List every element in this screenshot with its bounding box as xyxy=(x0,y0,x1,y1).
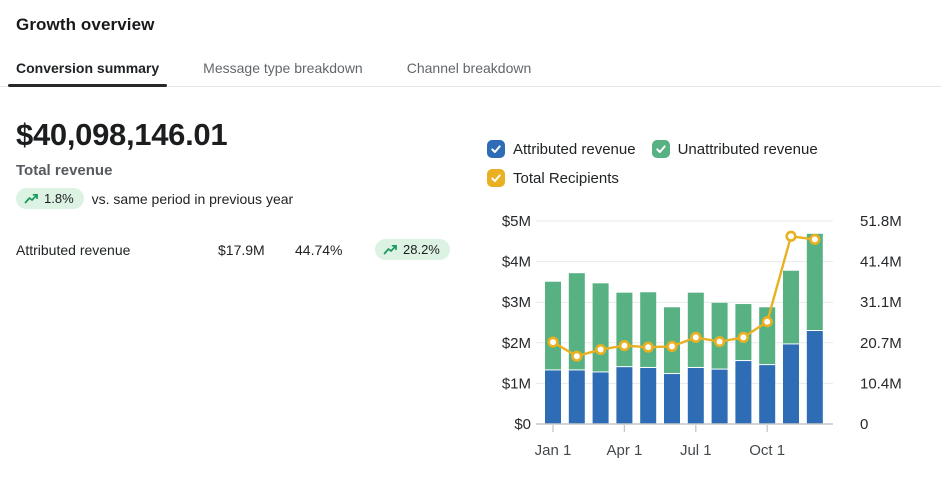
svg-text:$0: $0 xyxy=(514,416,531,433)
metric-change-badge: 28.2% xyxy=(375,239,450,260)
total-revenue-value: $40,098,146.01 xyxy=(16,116,471,154)
svg-text:20.7M: 20.7M xyxy=(860,335,902,352)
metric-label: Attributed revenue xyxy=(16,242,218,258)
chart-legend: Attributed revenue Unattributed revenue … xyxy=(487,140,941,187)
total-change-value: 1.8% xyxy=(44,191,74,206)
legend-unattributed-revenue[interactable]: Unattributed revenue xyxy=(652,140,818,158)
svg-text:41.4M: 41.4M xyxy=(860,254,902,271)
checkbox-checked-icon[interactable] xyxy=(652,140,670,158)
legend-label: Unattributed revenue xyxy=(678,141,818,158)
page-title: Growth overview xyxy=(16,15,154,35)
growth-overview-page: Growth overview Conversion summary Messa… xyxy=(0,0,941,485)
revenue-summary-panel: $40,098,146.01 Total revenue 1.8% vs. sa… xyxy=(16,116,471,260)
legend-label: Attributed revenue xyxy=(513,141,636,158)
total-change-row: 1.8% vs. same period in previous year xyxy=(16,188,471,209)
svg-text:Jul 1: Jul 1 xyxy=(680,442,712,459)
legend-label: Total Recipients xyxy=(513,170,619,187)
checkbox-checked-icon[interactable] xyxy=(487,140,505,158)
trend-up-icon xyxy=(24,193,39,205)
svg-text:51.8M: 51.8M xyxy=(860,213,902,230)
metric-value: $17.9M xyxy=(218,242,295,258)
metric-change-value: 28.2% xyxy=(403,242,440,257)
svg-text:$3M: $3M xyxy=(502,294,531,311)
legend-attributed-revenue[interactable]: Attributed revenue xyxy=(487,140,636,158)
total-revenue-label: Total revenue xyxy=(16,162,471,179)
svg-text:$4M: $4M xyxy=(502,254,531,271)
svg-text:Jan 1: Jan 1 xyxy=(535,442,572,459)
tab-message-type-breakdown[interactable]: Message type breakdown xyxy=(195,54,371,86)
growth-chart: Jan 1 Apr 1 Jul 1 Oct 1 $0 0 $1M 10.4M $2M 20.7M $… xyxy=(485,205,941,483)
checkbox-checked-icon[interactable] xyxy=(487,169,505,187)
svg-text:$2M: $2M xyxy=(502,335,531,352)
tab-conversion-summary[interactable]: Conversion summary xyxy=(8,54,167,86)
svg-text:10.4M: 10.4M xyxy=(860,375,902,392)
metric-percent: 44.74% xyxy=(295,242,375,258)
svg-text:Apr 1: Apr 1 xyxy=(606,442,642,459)
svg-text:$5M: $5M xyxy=(502,213,531,230)
attributed-revenue-row: Attributed revenue $17.9M 44.74% 28.2% xyxy=(16,239,471,260)
tab-bar: Conversion summary Message type breakdow… xyxy=(0,54,941,87)
tab-channel-breakdown[interactable]: Channel breakdown xyxy=(399,54,540,86)
total-change-badge: 1.8% xyxy=(16,188,84,209)
total-change-context: vs. same period in previous year xyxy=(92,191,294,207)
svg-text:$1M: $1M xyxy=(502,375,531,392)
svg-text:31.1M: 31.1M xyxy=(860,294,902,311)
svg-text:Oct 1: Oct 1 xyxy=(749,442,785,459)
legend-total-recipients[interactable]: Total Recipients xyxy=(487,169,619,187)
growth-chart-container: Jan 1 Apr 1 Jul 1 Oct 1 $0 0 $1M 10.4M $2M 20.7M $… xyxy=(485,205,941,483)
svg-text:0: 0 xyxy=(860,416,868,433)
trend-up-icon xyxy=(383,244,398,256)
